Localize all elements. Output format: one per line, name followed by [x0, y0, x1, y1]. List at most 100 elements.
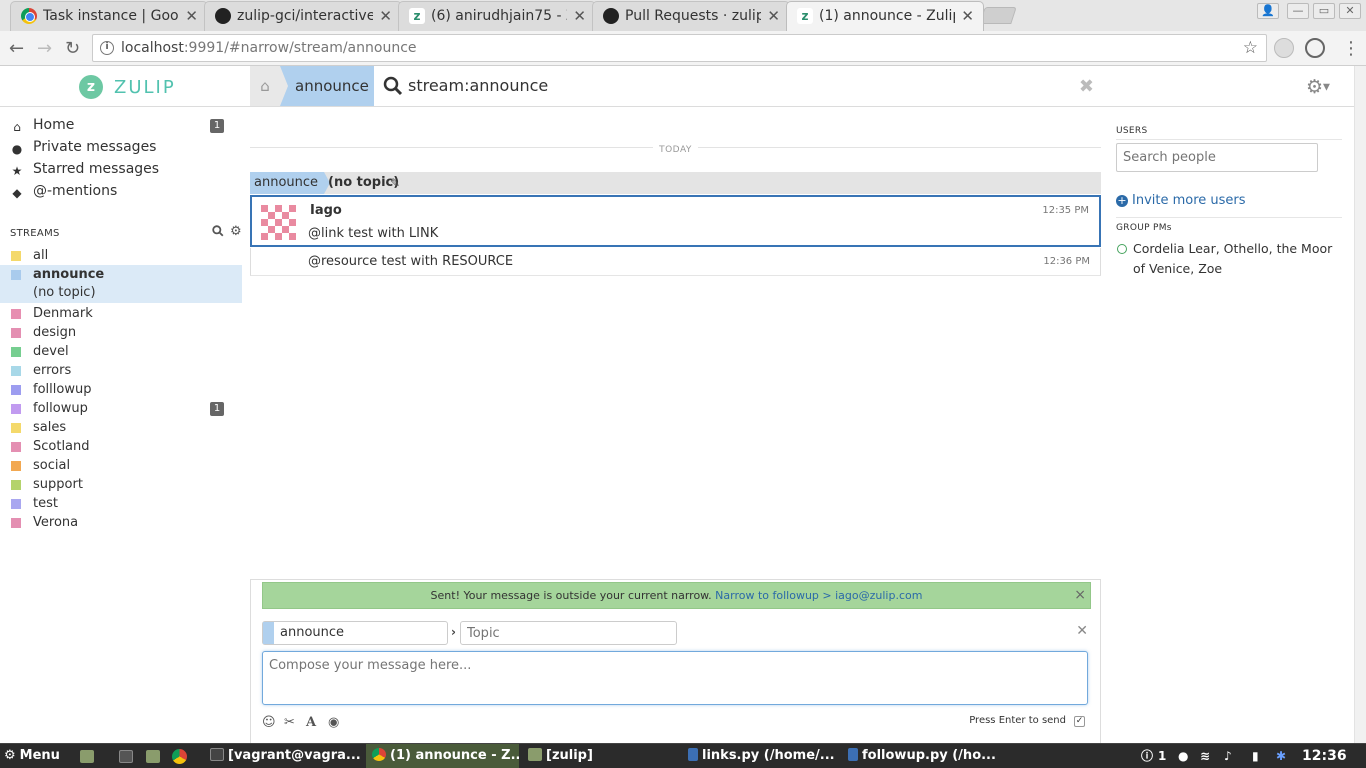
close-icon[interactable]: ✕ [961, 7, 974, 25]
message-time[interactable]: 12:35 PM [1042, 205, 1089, 216]
stream-item-denmark[interactable]: Denmark [0, 305, 242, 324]
user-icon[interactable]: ● [1178, 744, 1188, 768]
reload-icon[interactable]: ↻ [65, 38, 80, 59]
close-icon[interactable]: ✕ [379, 7, 392, 25]
clear-search-icon[interactable]: ✖ [1079, 76, 1094, 97]
topic-input[interactable] [460, 621, 677, 645]
wifi-icon[interactable]: ≋ [1200, 744, 1210, 768]
close-icon[interactable]: ✕ [767, 7, 780, 25]
stream-item-devel[interactable]: devel [0, 343, 242, 362]
message-textarea[interactable] [262, 651, 1088, 705]
stream-item-scotland[interactable]: Scotland [0, 438, 242, 457]
stream-breadcrumb[interactable]: announce [280, 66, 374, 106]
preview-eye-icon[interactable]: ◉ [328, 715, 339, 730]
editor-icon [848, 748, 858, 761]
search-bar[interactable]: stream:announce ✖ [374, 66, 1100, 106]
browser-tab[interactable]: zulip-gci/interactive ✕ [204, 1, 402, 31]
close-compose-icon[interactable]: ✕ [1076, 623, 1088, 639]
stream-item-announce[interactable]: announce [0, 266, 242, 285]
volume-icon[interactable]: ♪ [1224, 744, 1232, 768]
stream-item-followup[interactable]: followup 1 [0, 400, 242, 419]
stream-name: devel [33, 344, 69, 359]
avatar[interactable] [261, 205, 296, 240]
menu-dots-icon[interactable]: ⋮ [1342, 38, 1360, 59]
nav-home[interactable]: ⌂ Home 1 [10, 117, 224, 137]
terminal-icon[interactable] [119, 750, 133, 763]
invite-users-link[interactable]: + Invite more users [1116, 193, 1246, 208]
clock[interactable]: 12:36 [1302, 744, 1347, 768]
profile-icon[interactable]: 👤 [1257, 3, 1279, 19]
info-icon[interactable]: i [100, 41, 114, 55]
close-icon[interactable]: ✕ [185, 7, 198, 25]
attach-icon[interactable]: ✂ [284, 715, 295, 730]
message-row-selected[interactable]: Iago @link test with LINK 12:35 PM [250, 195, 1101, 247]
stream-item-folllowup[interactable]: folllowup [0, 381, 242, 400]
bookmark-star-icon[interactable]: ☆ [1243, 38, 1258, 58]
search-people-input[interactable] [1116, 143, 1318, 172]
start-menu-button[interactable]: ⚙ Menu [4, 744, 68, 768]
nav-starred-messages[interactable]: ★ Starred messages [10, 161, 224, 181]
group-pm-item[interactable]: Cordelia Lear, Othello, the Moor of Veni… [1133, 239, 1343, 279]
bluetooth-icon[interactable]: ✱ [1276, 744, 1286, 768]
narrow-link[interactable]: Narrow to followup > iago@zulip.com [715, 589, 922, 602]
taskbar-window-active[interactable]: (1) announce - Z... [366, 744, 519, 768]
gear-icon[interactable]: ⚙ [230, 224, 242, 239]
message-row[interactable]: @resource test with RESOURCE 12:36 PM [250, 248, 1101, 276]
enter-to-send-checkbox[interactable]: ✓ [1074, 716, 1085, 727]
recipient-topic[interactable]: (no topic) [328, 172, 399, 194]
taskbar-window[interactable]: links.py (/home/... [688, 744, 838, 768]
url-text[interactable]: localhost:9991/#narrow/stream/announce [121, 40, 417, 56]
files-icon[interactable] [80, 750, 94, 763]
stream-input[interactable]: announce [262, 621, 448, 645]
search-query[interactable]: stream:announce [408, 76, 548, 95]
minimize-button[interactable]: — [1287, 3, 1309, 19]
search-icon[interactable] [212, 225, 224, 240]
alert-icon[interactable]: ⓘ [1141, 744, 1153, 768]
forward-icon[interactable]: → [37, 38, 52, 59]
emoji-icon[interactable]: ☺ [262, 715, 276, 730]
browser-tab[interactable]: Task instance | Goo ✕ [10, 1, 208, 31]
stream-name: Verona [33, 515, 79, 530]
stream-item-sales[interactable]: sales [0, 419, 242, 438]
stream-item-verona[interactable]: Verona [0, 514, 242, 533]
taskbar-window[interactable]: [vagrant@vagra... [210, 744, 360, 768]
back-icon[interactable]: ← [9, 38, 24, 59]
stream-item-support[interactable]: support [0, 476, 242, 495]
taskbar-window[interactable]: [zulip] [528, 744, 678, 768]
chrome-icon[interactable] [172, 749, 187, 764]
message-sender[interactable]: Iago [310, 203, 342, 218]
stream-item-design[interactable]: design [0, 324, 242, 343]
new-tab-button[interactable] [979, 7, 1017, 24]
recipient-stream[interactable]: announce [250, 172, 330, 194]
close-icon[interactable]: ✕ [573, 7, 586, 25]
browser-tab[interactable]: Pull Requests · zulip ✕ [592, 1, 790, 31]
nav-mentions[interactable]: ◆ @-mentions [10, 183, 224, 203]
browser-tab-active[interactable]: z (1) announce - Zulip ✕ [786, 1, 984, 31]
date-divider: TODAY [250, 141, 1101, 155]
format-icon[interactable]: A [306, 715, 316, 730]
maximize-button[interactable]: ▭ [1313, 3, 1335, 19]
stream-item-test[interactable]: test [0, 495, 242, 514]
extension-icon[interactable] [1274, 38, 1294, 58]
stream-item-social[interactable]: social [0, 457, 242, 476]
extension-icon[interactable] [1305, 38, 1325, 58]
browser-tab[interactable]: z (6) anirudhjain75 - Z ✕ [398, 1, 596, 31]
settings-gear-icon[interactable]: ⚙▼ [1306, 76, 1330, 98]
stream-name: social [33, 458, 71, 473]
close-window-button[interactable]: ✕ [1339, 3, 1361, 19]
battery-icon[interactable]: ▮ [1252, 744, 1259, 768]
scrollbar[interactable] [1354, 66, 1366, 743]
stream-item-all[interactable]: all [0, 247, 242, 266]
stream-name: Denmark [33, 306, 93, 321]
message-time[interactable]: 12:36 PM [1043, 256, 1090, 267]
address-bar[interactable]: i localhost:9991/#narrow/stream/announce… [92, 34, 1267, 62]
edit-topic-icon[interactable]: ✎ [390, 172, 400, 194]
close-icon[interactable]: × [1074, 583, 1086, 608]
home-breadcrumb[interactable]: ⌂ [250, 66, 280, 106]
topic-item[interactable]: (no topic) [33, 285, 96, 300]
nav-private-messages[interactable]: ● Private messages [10, 139, 224, 159]
stream-item-errors[interactable]: errors [0, 362, 242, 381]
stream-color-swatch [11, 385, 21, 395]
folder-icon[interactable] [146, 750, 160, 763]
taskbar-window[interactable]: followup.py (/ho... [848, 744, 998, 768]
